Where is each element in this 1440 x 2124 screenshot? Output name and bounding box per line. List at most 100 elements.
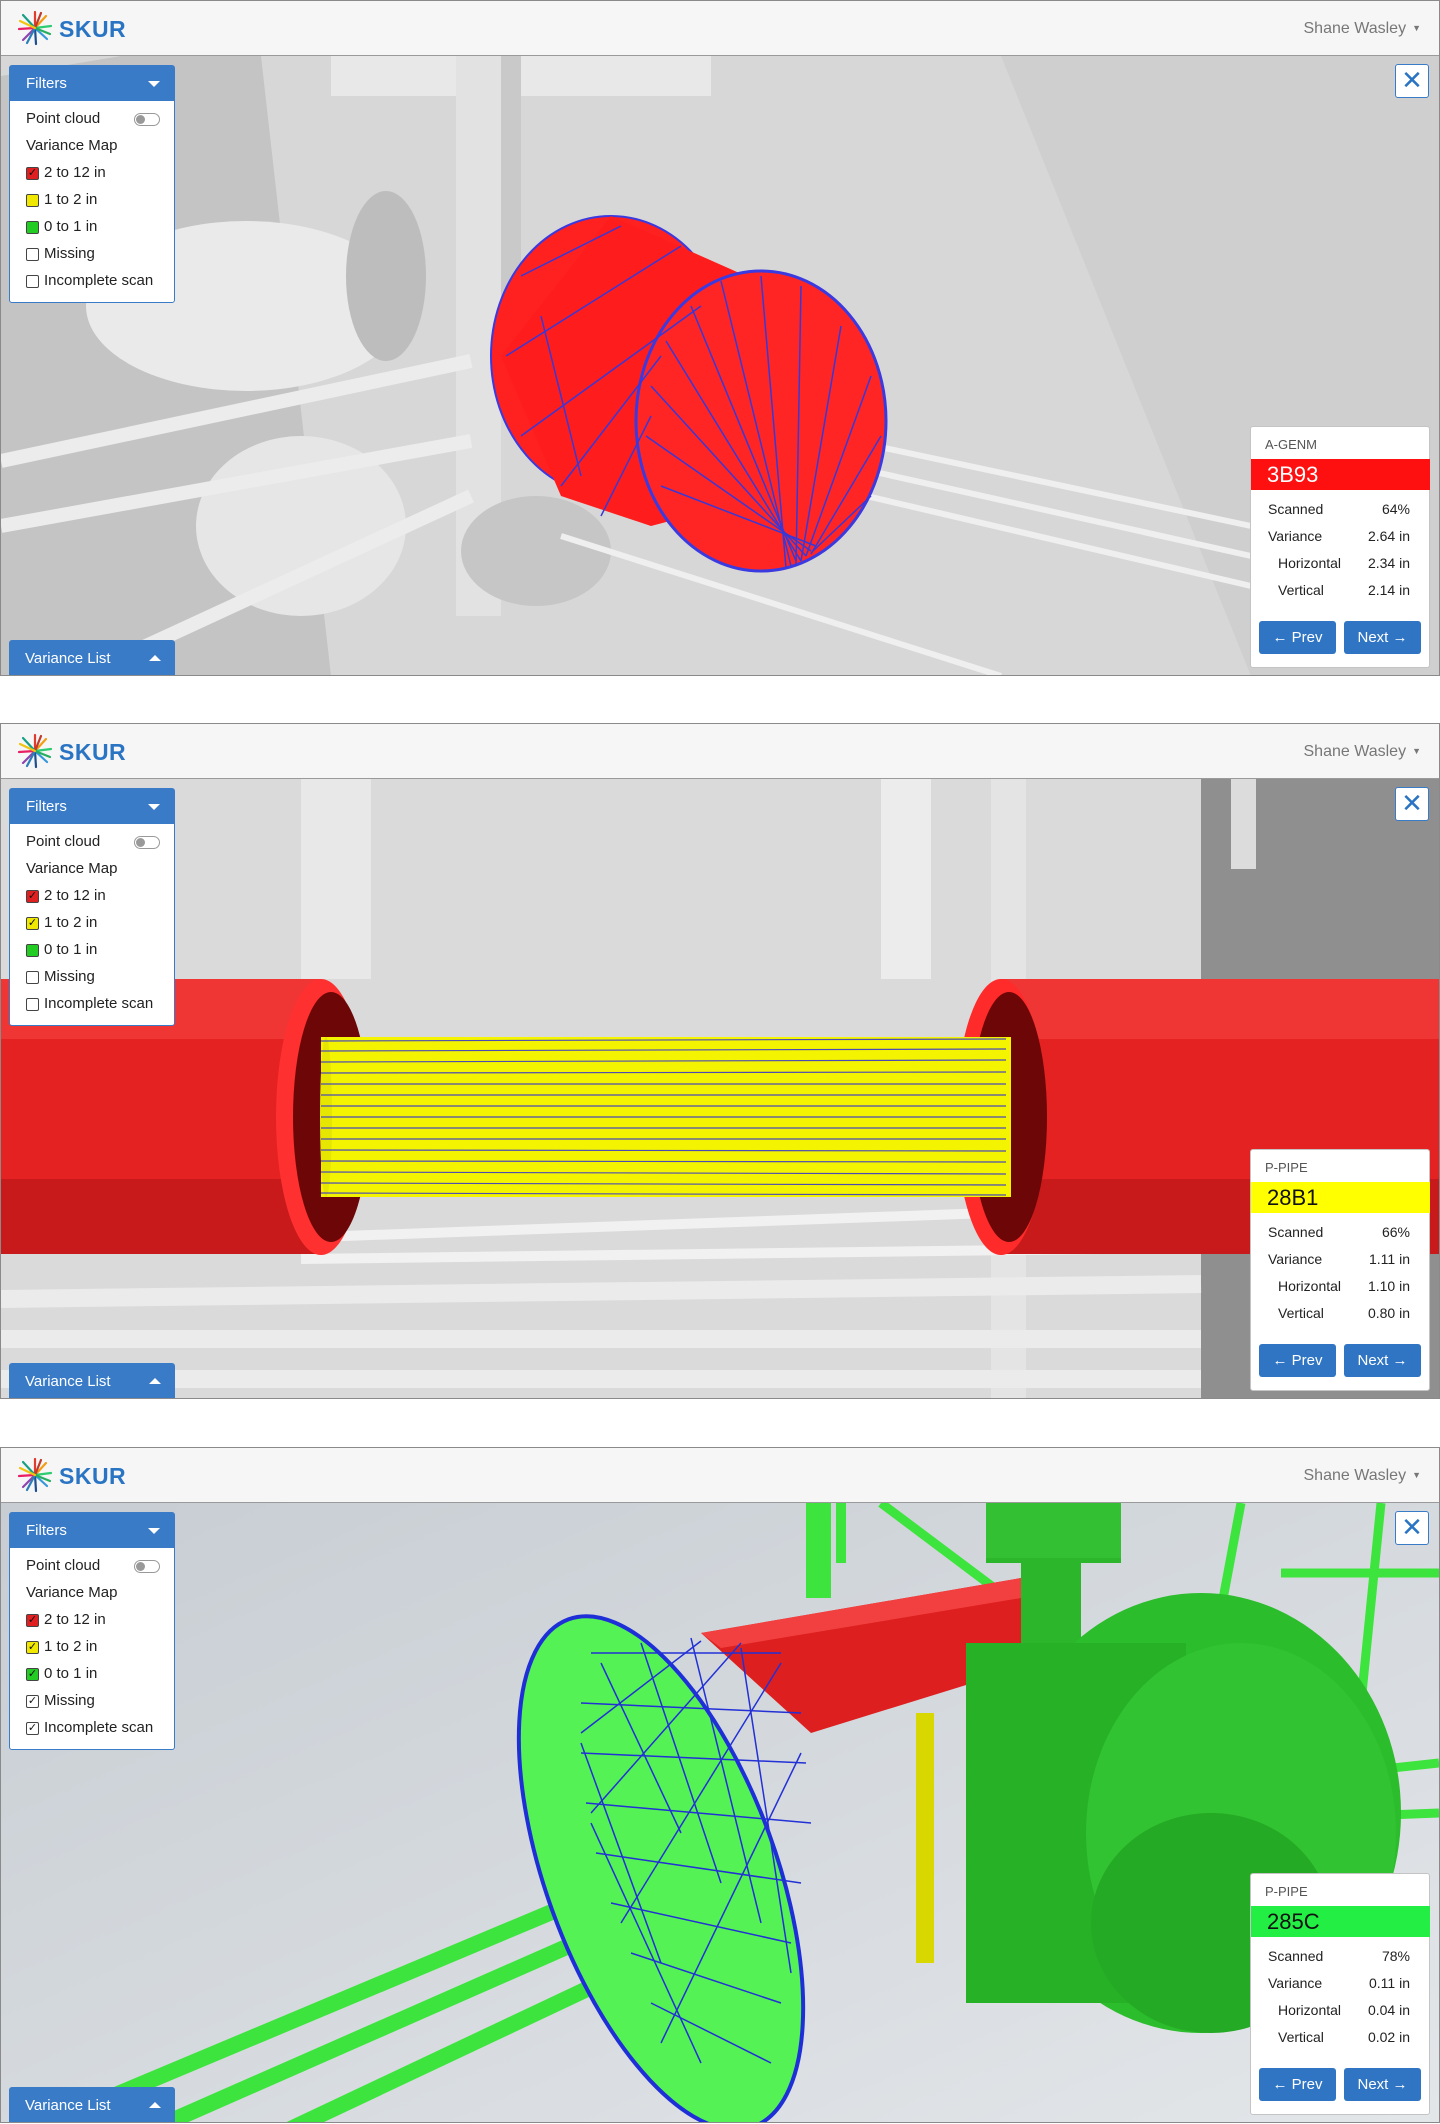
- horizontal-row: Horizontal 1.10 in: [1278, 1278, 1410, 1298]
- filter-2-12[interactable]: ✓ 2 to 12 in: [26, 1610, 174, 1637]
- filter-0-1[interactable]: 0 to 1 in: [26, 940, 174, 967]
- checkbox[interactable]: ✓: [26, 1641, 39, 1654]
- filters-panel: Filters Point cloud Variance Map ✓ 2 to 1…: [9, 788, 175, 1026]
- user-menu[interactable]: Shane Wasley ▼: [1304, 1467, 1422, 1485]
- variance-list-toggle[interactable]: Variance List: [9, 640, 175, 675]
- caret-down-icon: [148, 81, 160, 87]
- row-label: Horizontal: [1278, 2002, 1342, 2018]
- row-label: Horizontal: [1278, 555, 1342, 571]
- caret-up-icon: [149, 655, 161, 661]
- app-name[interactable]: SKUR: [59, 16, 126, 43]
- filter-label: 1 to 2 in: [44, 914, 98, 931]
- viewer-screen-2: SKUR Shane Wasley ▼ Filters Point cloud …: [0, 723, 1440, 1399]
- point-cloud-toggle[interactable]: [134, 113, 160, 126]
- filters-toggle[interactable]: Filters: [10, 66, 174, 101]
- variance-list-toggle[interactable]: Variance List: [9, 1363, 175, 1398]
- top-navbar: SKUR Shane Wasley ▼: [1, 1448, 1439, 1503]
- user-menu[interactable]: Shane Wasley ▼: [1304, 743, 1422, 761]
- row-label: Vertical: [1278, 1305, 1324, 1321]
- prev-button[interactable]: ← Prev: [1259, 2068, 1336, 2101]
- filters-toggle[interactable]: Filters: [10, 789, 174, 824]
- point-cloud-row: Point cloud: [26, 1556, 174, 1583]
- checkbox[interactable]: ✓: [26, 1695, 39, 1708]
- next-button[interactable]: Next →: [1344, 621, 1421, 654]
- point-cloud-label: Point cloud: [26, 1557, 101, 1574]
- checkbox[interactable]: ✓: [26, 1668, 39, 1681]
- point-cloud-toggle[interactable]: [134, 836, 160, 849]
- filters-panel: Filters Point cloud Variance Map ✓ 2 to 1…: [9, 1512, 175, 1750]
- prev-button[interactable]: ← Prev: [1259, 621, 1336, 654]
- point-cloud-label: Point cloud: [26, 833, 101, 850]
- row-label: Variance: [1268, 1975, 1323, 1991]
- filter-label: 1 to 2 in: [44, 1638, 98, 1655]
- scanned-row: Scanned 78%: [1268, 1948, 1410, 1968]
- checkbox[interactable]: ✓: [26, 167, 39, 180]
- caret-down-icon: [148, 804, 160, 810]
- variance-map-heading: Variance Map: [26, 1583, 174, 1610]
- filters-toggle[interactable]: Filters: [10, 1513, 174, 1548]
- close-button[interactable]: ✕: [1395, 787, 1429, 821]
- element-category: A-GENM: [1265, 437, 1317, 452]
- checkbox[interactable]: ✓: [26, 917, 39, 930]
- skur-logo-icon: [17, 1457, 53, 1493]
- filter-incomplete[interactable]: ✓ Incomplete scan: [26, 1718, 174, 1745]
- filter-label: Incomplete scan: [44, 1719, 154, 1736]
- filter-missing[interactable]: ✓ Missing: [26, 1691, 174, 1718]
- chevron-down-icon: ▼: [1412, 746, 1421, 756]
- 3d-viewport[interactable]: [1, 779, 1439, 1398]
- variance-list-toggle[interactable]: Variance List: [9, 2087, 175, 2122]
- checkbox[interactable]: [26, 221, 39, 234]
- 3d-viewport[interactable]: [1, 56, 1439, 675]
- filters-title: Filters: [26, 798, 67, 815]
- close-button[interactable]: ✕: [1395, 64, 1429, 98]
- close-icon: ✕: [1401, 1512, 1423, 1542]
- filter-label: Missing: [44, 968, 95, 985]
- user-menu[interactable]: Shane Wasley ▼: [1304, 20, 1422, 38]
- row-value: 2.64 in: [1367, 528, 1410, 544]
- checkbox[interactable]: ✓: [26, 1614, 39, 1627]
- 3d-viewport[interactable]: [1, 1503, 1439, 2122]
- variance-map-heading: Variance Map: [26, 859, 174, 886]
- filter-incomplete[interactable]: Incomplete scan: [26, 271, 174, 298]
- checkbox[interactable]: [26, 194, 39, 207]
- element-category: P-PIPE: [1265, 1160, 1308, 1175]
- checkbox[interactable]: [26, 248, 39, 261]
- filter-label: Missing: [44, 1692, 95, 1709]
- filter-1-2[interactable]: ✓ 1 to 2 in: [26, 1637, 174, 1664]
- next-button[interactable]: Next →: [1344, 1344, 1421, 1377]
- point-cloud-row: Point cloud: [26, 832, 174, 859]
- filter-1-2[interactable]: 1 to 2 in: [26, 190, 174, 217]
- checkbox[interactable]: [26, 275, 39, 288]
- filter-1-2[interactable]: ✓ 1 to 2 in: [26, 913, 174, 940]
- row-value: 1.10 in: [1367, 1278, 1410, 1294]
- vertical-row: Vertical 2.14 in: [1278, 582, 1410, 602]
- filter-incomplete[interactable]: Incomplete scan: [26, 994, 174, 1021]
- next-button[interactable]: Next →: [1344, 2068, 1421, 2101]
- filter-label: Missing: [44, 245, 95, 262]
- top-navbar: SKUR Shane Wasley ▼: [1, 724, 1439, 779]
- row-label: Horizontal: [1278, 1278, 1342, 1294]
- filter-label: 1 to 2 in: [44, 191, 98, 208]
- checkbox[interactable]: ✓: [26, 1722, 39, 1735]
- point-cloud-toggle[interactable]: [134, 1560, 160, 1573]
- filter-2-12[interactable]: ✓ 2 to 12 in: [26, 886, 174, 913]
- checkbox[interactable]: ✓: [26, 890, 39, 903]
- element-tag: 285C: [1251, 1906, 1430, 1937]
- filter-0-1[interactable]: 0 to 1 in: [26, 217, 174, 244]
- close-button[interactable]: ✕: [1395, 1511, 1429, 1545]
- checkbox[interactable]: [26, 998, 39, 1011]
- filter-0-1[interactable]: ✓ 0 to 1 in: [26, 1664, 174, 1691]
- app-name[interactable]: SKUR: [59, 1463, 126, 1490]
- filter-label: 0 to 1 in: [44, 941, 98, 958]
- filter-missing[interactable]: Missing: [26, 244, 174, 271]
- filter-2-12[interactable]: ✓ 2 to 12 in: [26, 163, 174, 190]
- checkbox[interactable]: [26, 944, 39, 957]
- checkbox[interactable]: [26, 971, 39, 984]
- app-name[interactable]: SKUR: [59, 739, 126, 766]
- filter-missing[interactable]: Missing: [26, 967, 174, 994]
- filter-label: 2 to 12 in: [44, 1611, 106, 1628]
- filters-title: Filters: [26, 75, 67, 92]
- point-cloud-row: Point cloud: [26, 109, 174, 136]
- row-value: 78%: [1381, 1948, 1410, 1964]
- prev-button[interactable]: ← Prev: [1259, 1344, 1336, 1377]
